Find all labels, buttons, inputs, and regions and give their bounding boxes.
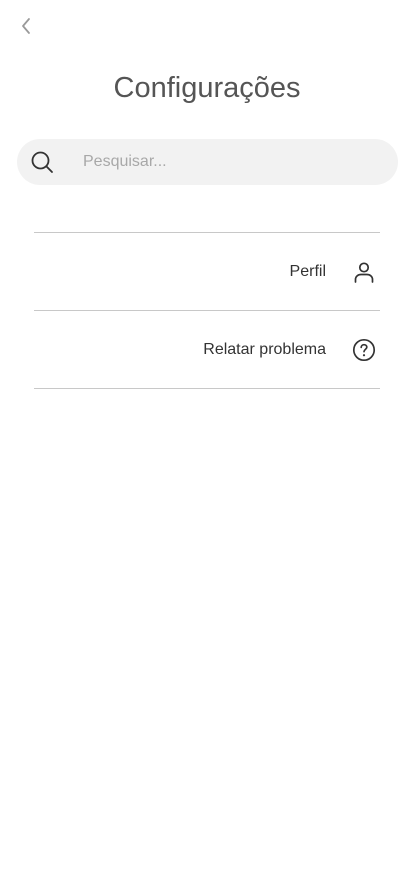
menu-item-label: Relatar problema xyxy=(203,340,326,358)
search-icon xyxy=(30,150,54,174)
chevron-left-icon xyxy=(20,17,32,40)
user-icon xyxy=(352,260,376,284)
help-circle-icon xyxy=(352,338,376,362)
back-button[interactable] xyxy=(14,15,38,41)
menu-item-label: Perfil xyxy=(289,262,326,280)
page-title: Configurações xyxy=(113,72,301,104)
settings-menu: Perfil Relatar problema xyxy=(34,232,380,389)
menu-item-report-problem[interactable]: Relatar problema xyxy=(34,311,380,389)
search-input[interactable] xyxy=(83,139,383,185)
menu-item-profile[interactable]: Perfil xyxy=(34,233,380,311)
search-bar[interactable] xyxy=(17,139,398,185)
